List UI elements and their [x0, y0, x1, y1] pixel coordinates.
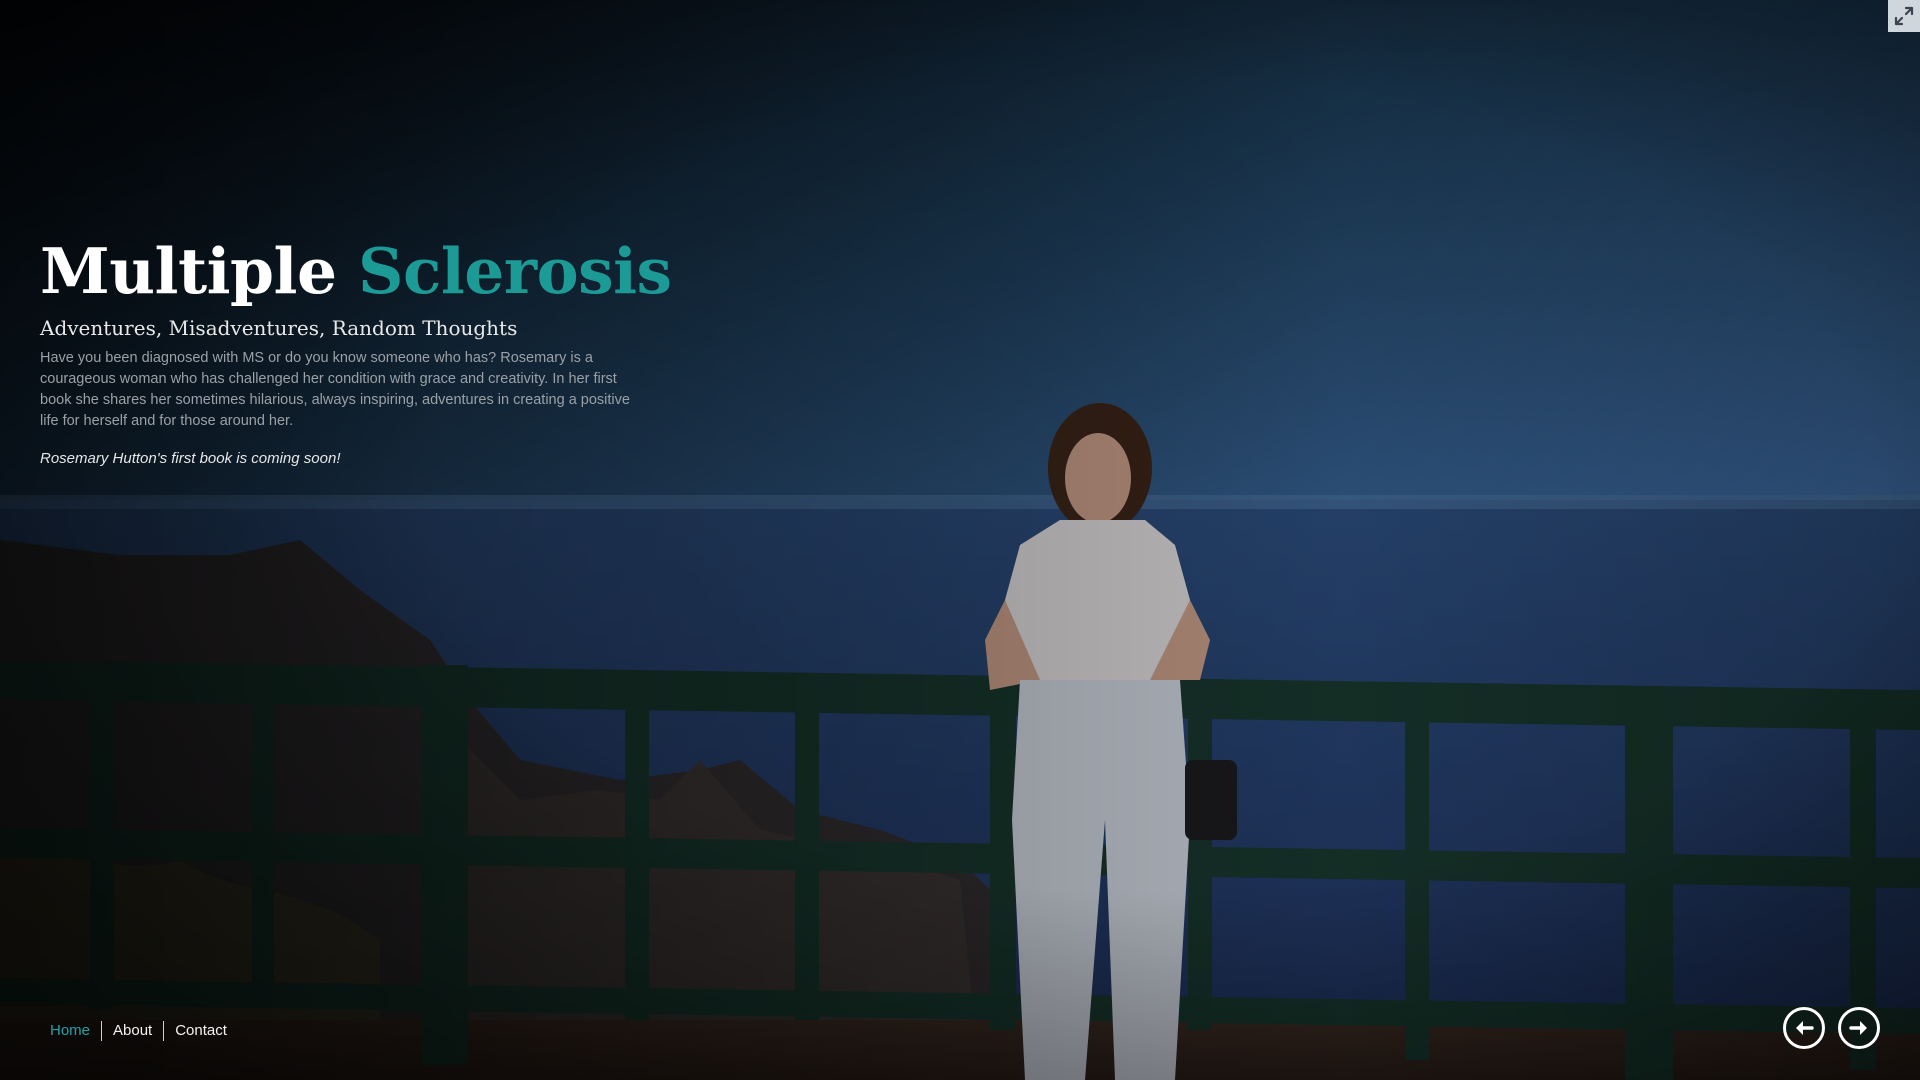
- title-word-accent: Sclerosis: [358, 234, 672, 308]
- page-subtitle: Adventures, Misadventures, Random Though…: [40, 316, 518, 340]
- slide-controls: [1783, 1007, 1880, 1049]
- hero-text-block: Multiple Sclerosis Adventures, Misadvent…: [40, 232, 672, 469]
- next-slide-button[interactable]: [1838, 1007, 1880, 1049]
- arrow-right-circle-icon: [1849, 1021, 1867, 1035]
- title-word-primary: Multiple: [40, 234, 337, 308]
- exit-fullscreen-icon: [1894, 6, 1914, 26]
- footer-nav: Home About Contact: [40, 1018, 238, 1044]
- slideshow-stage: Multiple Sclerosis Adventures, Misadvent…: [0, 0, 1920, 1080]
- arrow-left-circle-icon: [1796, 1021, 1814, 1035]
- page-description: Have you been diagnosed with MS or do yo…: [40, 350, 630, 429]
- previous-slide-button[interactable]: [1783, 1007, 1825, 1049]
- nav-link-contact[interactable]: Contact: [164, 1020, 238, 1042]
- page-title: Multiple Sclerosis: [40, 232, 672, 310]
- coming-soon-notice: Rosemary Hutton's first book is coming s…: [40, 450, 341, 467]
- nav-link-about[interactable]: About: [102, 1020, 163, 1042]
- nav-link-home[interactable]: Home: [40, 1020, 101, 1042]
- background-overlay: [0, 0, 1920, 1080]
- fullscreen-toggle-button[interactable]: [1888, 0, 1920, 32]
